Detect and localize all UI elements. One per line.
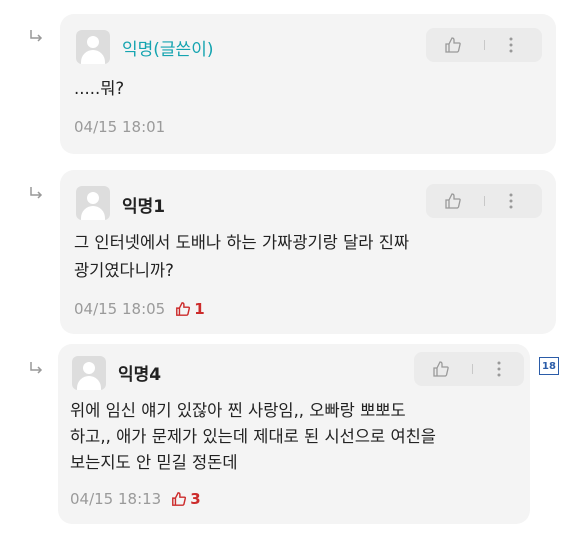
comment-card: 익명(글쓴이) .....뭐? 04/15 18:01 bbox=[60, 14, 556, 154]
thumbs-up-icon bbox=[176, 302, 191, 316]
comment-actions bbox=[426, 28, 542, 62]
comment-text: 그 인터넷에서 도배나 하는 가짜광기랑 달라 진짜 bbox=[74, 233, 410, 252]
thumbs-up-icon[interactable] bbox=[432, 360, 450, 378]
comment-text: 보는지도 안 믿길 정돈데 bbox=[70, 453, 238, 472]
comment-text: 광기였다니까? bbox=[74, 261, 174, 280]
comment-author: 익명1 bbox=[122, 197, 166, 217]
comment-text: 하고,, 애가 문제가 있는데 제대로 된 시선으로 여친을 bbox=[70, 427, 436, 446]
comment-author: 익명(글쓴이) bbox=[122, 40, 214, 60]
comment-card: 익명4 위에 임신 얘기 있잖아 찐 사랑임,, 오빠랑 뽀뽀도 하고,, 애가… bbox=[58, 344, 530, 524]
comment-meta: 04/15 18:05 1 bbox=[74, 300, 205, 318]
thumbs-up-icon[interactable] bbox=[444, 192, 462, 210]
comment-text: 위에 임신 얘기 있잖아 찐 사랑임,, 오빠랑 뽀뽀도 bbox=[70, 401, 406, 420]
timestamp: 04/15 18:01 bbox=[74, 118, 166, 136]
reply-arrow-icon bbox=[30, 30, 43, 42]
avatar-icon bbox=[72, 356, 106, 390]
like-count: 1 bbox=[175, 300, 205, 318]
reply-arrow-icon bbox=[30, 187, 43, 199]
page-number-badge: 18 bbox=[539, 357, 559, 375]
thumbs-up-icon[interactable] bbox=[444, 36, 462, 54]
comment-meta: 04/15 18:01 bbox=[74, 118, 165, 136]
comment-text: .....뭐? bbox=[74, 79, 125, 98]
comment-actions bbox=[414, 352, 524, 386]
comment-meta: 04/15 18:13 3 bbox=[70, 490, 201, 508]
comment-card: 익명1 그 인터넷에서 도배나 하는 가짜광기랑 달라 진짜 광기였다니까? 0… bbox=[60, 170, 556, 334]
timestamp: 04/15 18:13 bbox=[70, 490, 162, 508]
timestamp: 04/15 18:05 bbox=[74, 300, 166, 318]
thumbs-up-icon bbox=[172, 492, 187, 506]
avatar-icon bbox=[76, 30, 110, 64]
more-vertical-icon[interactable] bbox=[508, 36, 514, 54]
more-vertical-icon[interactable] bbox=[508, 192, 514, 210]
like-count: 3 bbox=[171, 490, 201, 508]
comment-actions bbox=[426, 184, 542, 218]
comment-author: 익명4 bbox=[118, 365, 162, 385]
like-count-value: 1 bbox=[194, 300, 205, 318]
more-vertical-icon[interactable] bbox=[496, 360, 502, 378]
avatar-icon bbox=[76, 186, 110, 220]
like-count-value: 3 bbox=[190, 490, 201, 508]
reply-arrow-icon bbox=[30, 362, 43, 374]
